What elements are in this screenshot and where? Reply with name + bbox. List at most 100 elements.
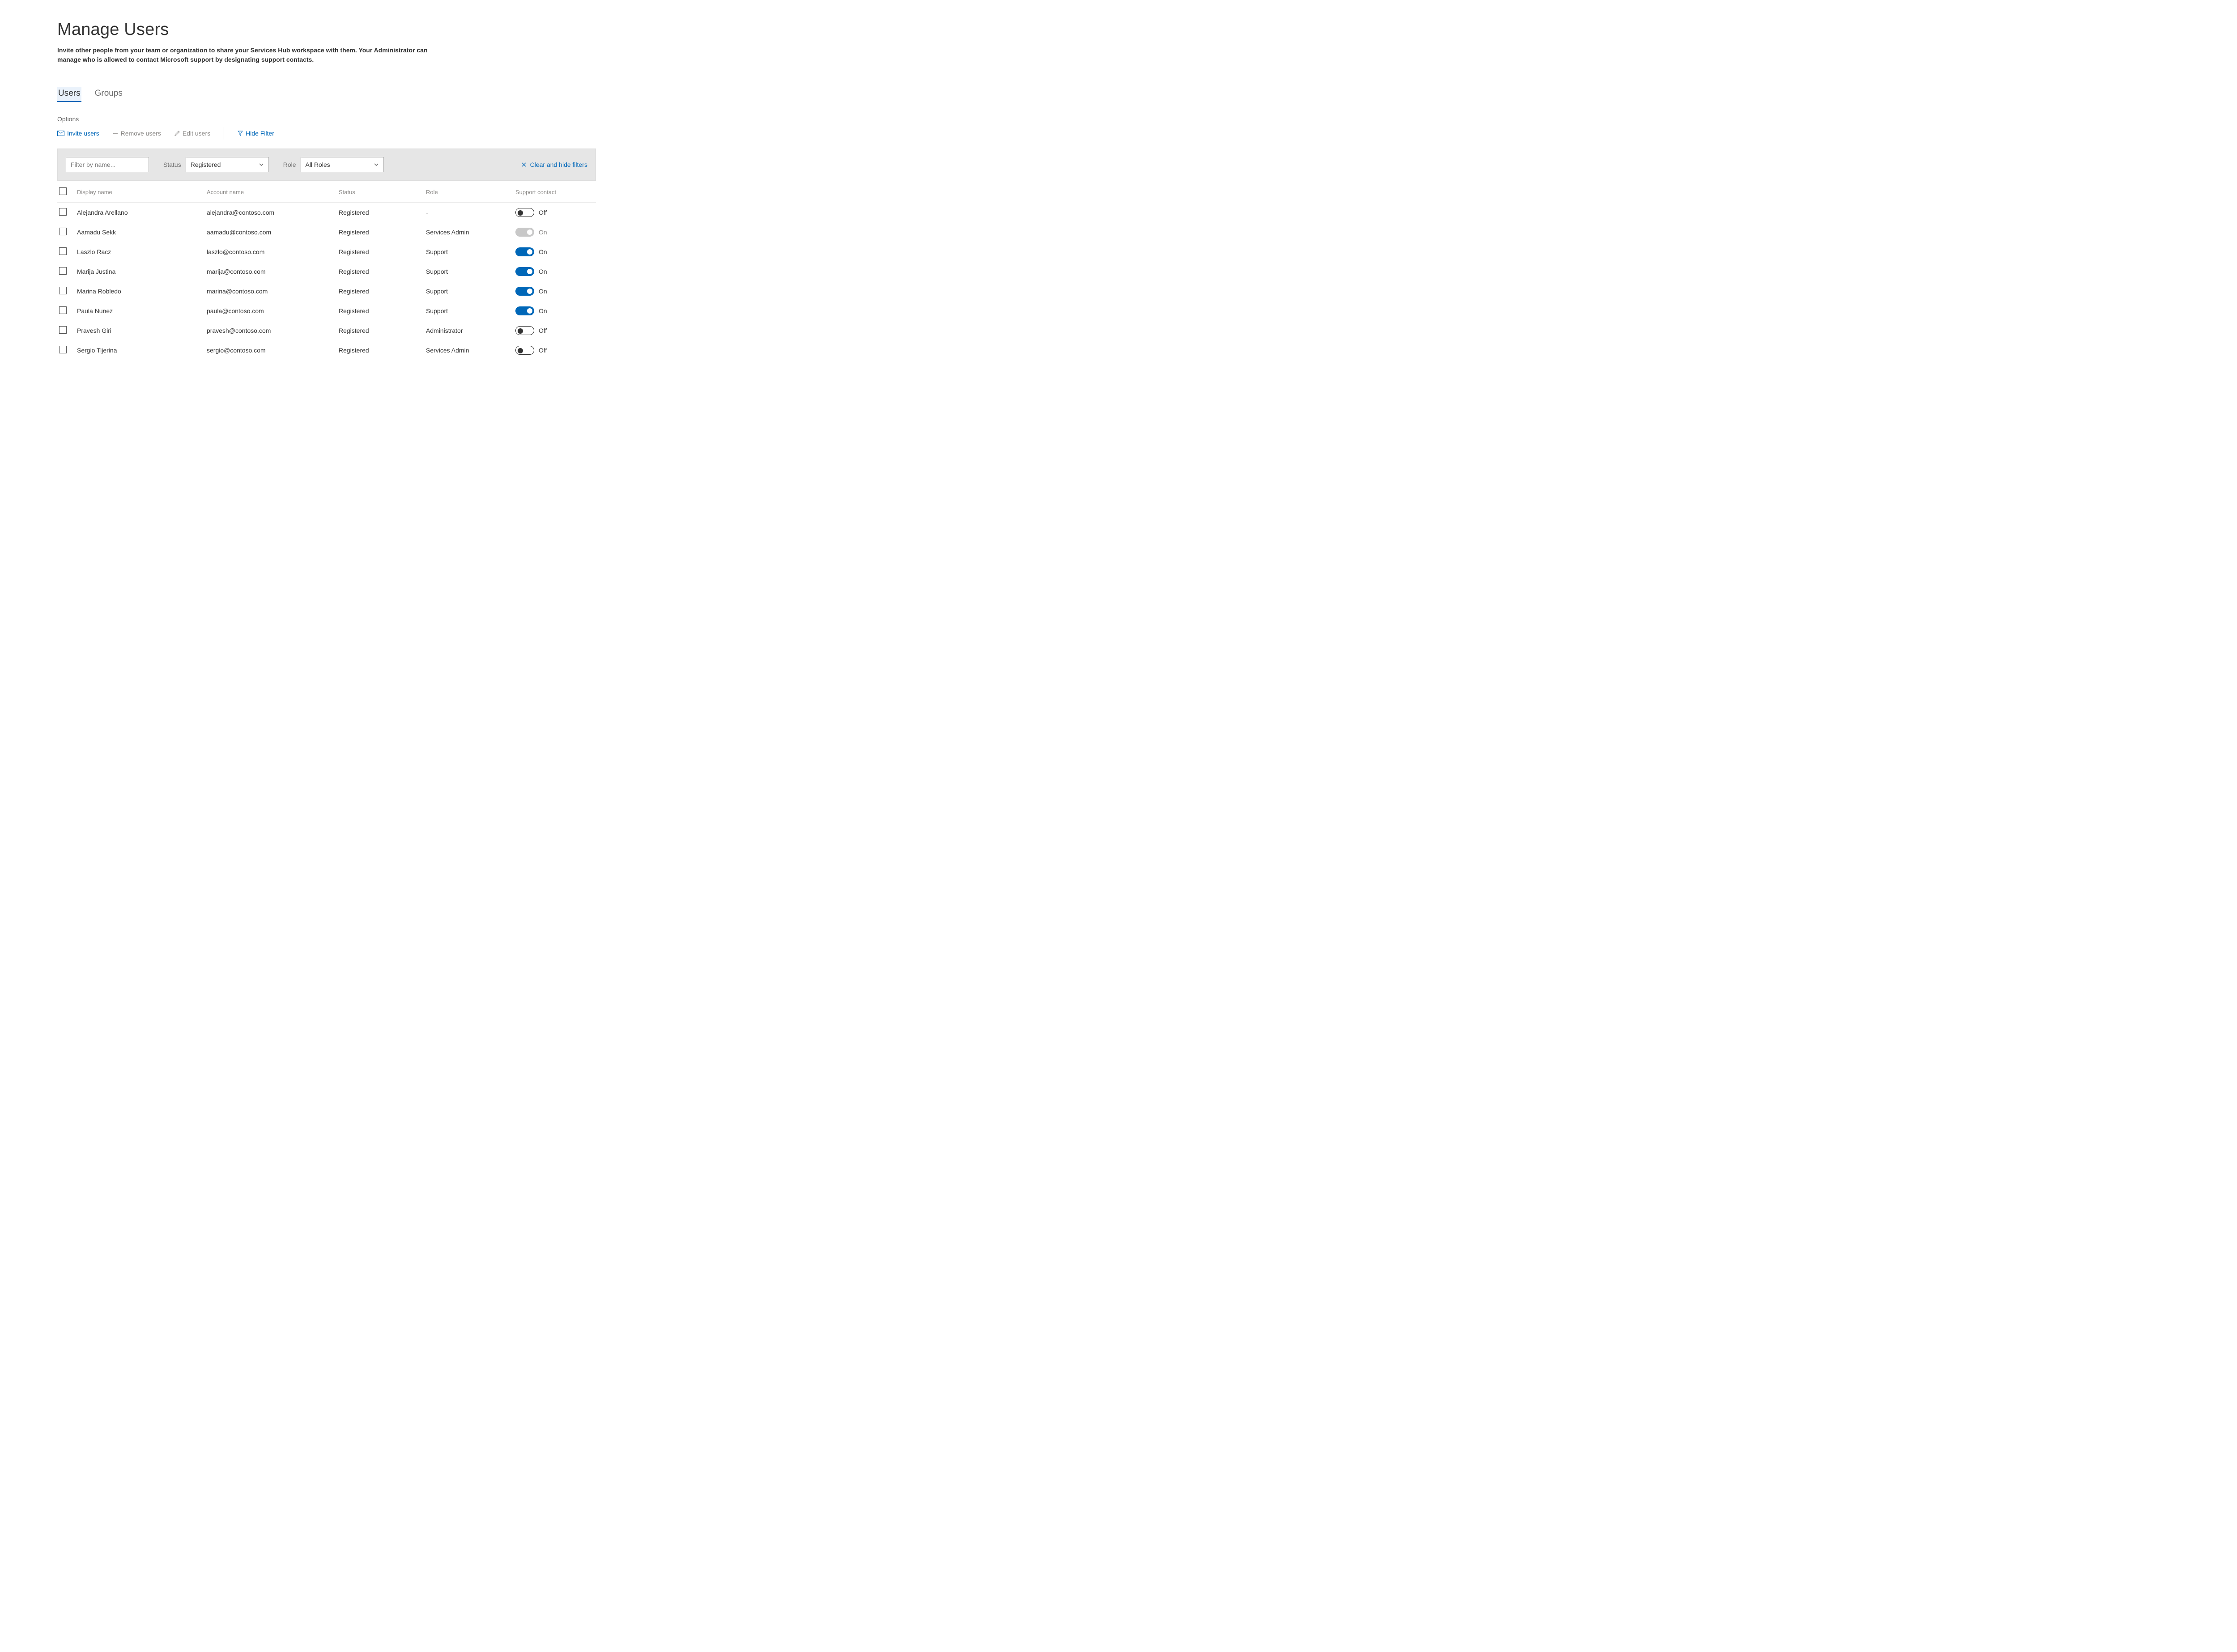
filter-bar: Status Registered Role All Roles Clear a… [57, 149, 596, 181]
support-contact-toggle-label: On [539, 268, 547, 275]
users-table: Display name Account name Status Role Su… [57, 181, 596, 360]
mail-icon [57, 131, 64, 136]
col-status[interactable]: Status [334, 181, 421, 203]
close-icon [521, 162, 527, 167]
tab-groups[interactable]: Groups [94, 87, 123, 102]
support-contact-toggle [515, 228, 534, 237]
cell-role: Support [421, 262, 511, 281]
cell-display: Sergio Tijerina [72, 340, 202, 360]
cell-role: Support [421, 242, 511, 262]
support-contact-toggle[interactable] [515, 208, 534, 217]
cell-display: Marija Justina [72, 262, 202, 281]
remove-users-label: Remove users [121, 130, 161, 137]
cell-account: paula@contoso.com [202, 301, 334, 321]
select-all-checkbox[interactable] [59, 187, 67, 195]
cell-account: sergio@contoso.com [202, 340, 334, 360]
row-checkbox[interactable] [59, 306, 67, 314]
row-checkbox[interactable] [59, 326, 67, 334]
tab-users[interactable]: Users [57, 87, 81, 102]
cell-role: Support [421, 281, 511, 301]
cell-account: marija@contoso.com [202, 262, 334, 281]
support-contact-toggle[interactable] [515, 247, 534, 256]
row-checkbox[interactable] [59, 247, 67, 255]
filter-icon [238, 131, 243, 136]
invite-users-label: Invite users [67, 130, 99, 137]
hide-filter-label: Hide Filter [246, 130, 274, 137]
edit-users-button[interactable]: Edit users [174, 130, 210, 137]
col-support-contact[interactable]: Support contact [511, 181, 596, 203]
role-select-value: All Roles [306, 161, 330, 168]
row-checkbox[interactable] [59, 228, 67, 235]
toolbar: Invite users Remove users Edit users Hid… [57, 127, 596, 140]
pencil-icon [174, 131, 180, 136]
cell-account: alejandra@contoso.com [202, 203, 334, 223]
support-contact-toggle-label: Off [539, 347, 547, 354]
clear-filters-label: Clear and hide filters [530, 161, 587, 168]
table-row: Aamadu Sekkaamadu@contoso.comRegisteredS… [57, 222, 596, 242]
role-select[interactable]: All Roles [301, 157, 384, 172]
status-select-value: Registered [191, 161, 221, 168]
table-row: Marina Robledomarina@contoso.comRegister… [57, 281, 596, 301]
table-row: Marija Justinamarija@contoso.comRegister… [57, 262, 596, 281]
cell-display: Alejandra Arellano [72, 203, 202, 223]
cell-display: Aamadu Sekk [72, 222, 202, 242]
clear-filters-button[interactable]: Clear and hide filters [521, 161, 587, 168]
col-display-name[interactable]: Display name [72, 181, 202, 203]
cell-role: Services Admin [421, 340, 511, 360]
cell-role: Administrator [421, 321, 511, 340]
chevron-down-icon [259, 162, 264, 167]
status-select[interactable]: Registered [186, 157, 269, 172]
hide-filter-button[interactable]: Hide Filter [238, 130, 274, 137]
cell-role: Services Admin [421, 222, 511, 242]
row-checkbox[interactable] [59, 287, 67, 294]
cell-display: Laszlo Racz [72, 242, 202, 262]
cell-display: Paula Nunez [72, 301, 202, 321]
row-checkbox[interactable] [59, 208, 67, 216]
options-label: Options [57, 115, 596, 123]
cell-status: Registered [334, 340, 421, 360]
support-contact-toggle-label: On [539, 248, 547, 255]
col-role[interactable]: Role [421, 181, 511, 203]
cell-status: Registered [334, 281, 421, 301]
cell-account: pravesh@contoso.com [202, 321, 334, 340]
row-checkbox[interactable] [59, 346, 67, 353]
col-account-name[interactable]: Account name [202, 181, 334, 203]
cell-status: Registered [334, 321, 421, 340]
cell-display: Pravesh Giri [72, 321, 202, 340]
minus-icon [113, 131, 118, 136]
invite-users-button[interactable]: Invite users [57, 130, 99, 137]
status-filter-label: Status [163, 161, 181, 168]
support-contact-toggle[interactable] [515, 267, 534, 276]
support-contact-toggle[interactable] [515, 306, 534, 315]
row-checkbox[interactable] [59, 267, 67, 275]
cell-account: marina@contoso.com [202, 281, 334, 301]
table-row: Paula Nunezpaula@contoso.comRegisteredSu… [57, 301, 596, 321]
support-contact-toggle[interactable] [515, 326, 534, 335]
remove-users-button[interactable]: Remove users [113, 130, 161, 137]
filter-name-input[interactable] [66, 157, 149, 172]
table-row: Alejandra Arellanoalejandra@contoso.comR… [57, 203, 596, 223]
role-filter-label: Role [283, 161, 296, 168]
cell-status: Registered [334, 301, 421, 321]
support-contact-toggle-label: Off [539, 327, 547, 334]
cell-status: Registered [334, 242, 421, 262]
cell-status: Registered [334, 203, 421, 223]
support-contact-toggle-label: On [539, 307, 547, 314]
support-contact-toggle[interactable] [515, 346, 534, 355]
support-contact-toggle-label: On [539, 288, 547, 295]
edit-users-label: Edit users [183, 130, 210, 137]
chevron-down-icon [374, 162, 379, 167]
cell-role: - [421, 203, 511, 223]
table-row: Sergio Tijerinasergio@contoso.comRegiste… [57, 340, 596, 360]
cell-role: Support [421, 301, 511, 321]
page-title: Manage Users [57, 20, 596, 39]
cell-account: laszlo@contoso.com [202, 242, 334, 262]
page-description: Invite other people from your team or or… [57, 46, 447, 64]
support-contact-toggle-label: On [539, 229, 547, 236]
table-row: Laszlo Raczlaszlo@contoso.comRegisteredS… [57, 242, 596, 262]
status-filter-group: Status Registered [163, 157, 269, 172]
support-contact-toggle[interactable] [515, 287, 534, 296]
table-row: Pravesh Giripravesh@contoso.comRegistere… [57, 321, 596, 340]
role-filter-group: Role All Roles [283, 157, 384, 172]
tabs: Users Groups [57, 87, 596, 102]
